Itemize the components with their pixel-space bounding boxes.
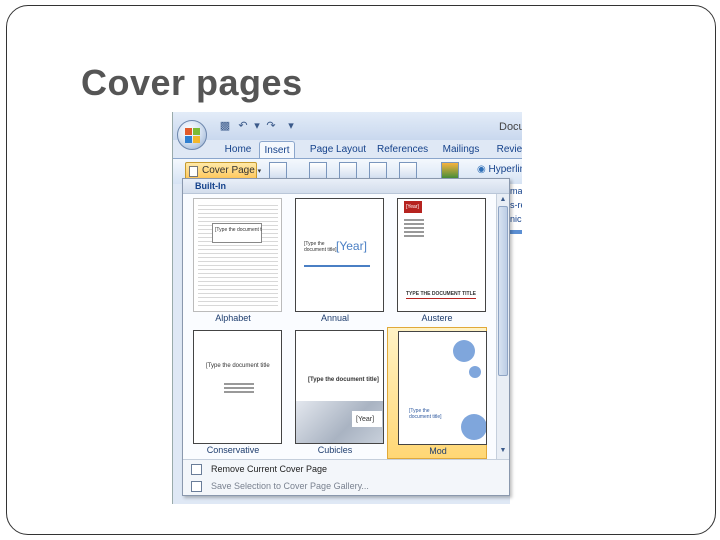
remove-cover-page-item[interactable]: Remove Current Cover Page: [183, 461, 509, 478]
austere-year-block: [Year]: [404, 201, 422, 213]
alphabet-texture: [198, 202, 278, 308]
cover-page-gallery: Built-In [Type the document t Alphabet […: [182, 178, 510, 496]
slide-title: Cover pages: [81, 62, 303, 103]
alphabet-title-box: [Type the document t: [212, 223, 262, 243]
tab-mailings[interactable]: Mailings: [439, 141, 483, 158]
cubicles-thumbnail: [Type the document title] [Year]: [295, 330, 384, 444]
save-gallery-icon: [191, 481, 202, 492]
strip-text-bookmark[interactable]: mark: [510, 186, 522, 196]
thumb-label: Mod: [429, 446, 447, 456]
thumb-label: Cubicles: [317, 445, 353, 455]
quick-access-toolbar: ▩ ↶ ▾ ↷ ▾ Docum: [173, 112, 522, 140]
ribbon-tabs: Home Insert Page Layout References Maili…: [173, 140, 522, 158]
thumb-label: Conservative: [206, 445, 260, 455]
redo-icon[interactable]: ↷: [265, 120, 277, 132]
undo-icon[interactable]: ↶: [237, 120, 249, 132]
tab-page-layout[interactable]: Page Layout: [309, 141, 367, 158]
austere-text-lines: [404, 217, 424, 267]
hyperlink-label: Hyperlink: [488, 164, 522, 175]
ruler-bar: [510, 230, 522, 234]
tab-references[interactable]: References: [377, 141, 428, 158]
tab-insert[interactable]: Insert: [259, 141, 295, 158]
gallery-item-annual[interactable]: [Type the document title] [Year] Annual: [285, 195, 385, 327]
scroll-thumb[interactable]: [498, 206, 508, 376]
gallery-item-cubicles[interactable]: [Type the document title] [Year] Cubicle…: [285, 327, 385, 459]
office-logo-icon: [185, 128, 200, 143]
cubicles-placeholder: [Type the document title]: [308, 377, 379, 383]
cubicles-year: [Year]: [356, 416, 375, 423]
austere-rule: [406, 298, 476, 299]
scroll-up-icon[interactable]: ▲: [498, 195, 508, 205]
annual-thumbnail: [Type the document title] [Year]: [295, 198, 384, 312]
gallery-item-alphabet[interactable]: [Type the document t Alphabet: [183, 195, 283, 327]
thumb-label: Annual: [320, 313, 350, 323]
window-title: Docum: [499, 121, 522, 133]
annual-year: [Year]: [336, 239, 367, 253]
gallery-footer: Remove Current Cover Page Save Selection…: [183, 459, 509, 495]
annual-rule: [304, 265, 370, 267]
mod-thumbnail: [Type the document title]: [398, 331, 487, 445]
gallery-item-mod[interactable]: [Type the document title] Mod: [387, 327, 487, 459]
save-selection-item[interactable]: Save Selection to Cover Page Gallery...: [183, 478, 509, 495]
mod-circle-bottom: [461, 414, 486, 440]
dropdown-arrow-icon[interactable]: ▾: [251, 120, 263, 132]
save-icon[interactable]: ▩: [219, 120, 231, 132]
right-strip: mark s-refe nics: [510, 184, 522, 504]
globe-icon: ◉: [477, 164, 489, 175]
tab-review[interactable]: Review: [493, 141, 522, 158]
alphabet-placeholder: [Type the document t: [215, 227, 262, 233]
austere-thumbnail: [Year] TYPE THE DOCUMENT TITLE: [397, 198, 486, 312]
hyperlink-button[interactable]: ◉ Hyperlink: [477, 164, 522, 175]
conservative-text-lines: [224, 381, 254, 395]
gallery-item-conservative[interactable]: [Type the document title Conservative: [183, 327, 283, 459]
save-selection-label: Save Selection to Cover Page Gallery...: [211, 481, 369, 491]
cubicles-year-box: [Year]: [352, 411, 382, 427]
austere-year: [Year]: [406, 204, 419, 210]
gallery-item-austere[interactable]: [Year] TYPE THE DOCUMENT TITLE Austere: [387, 195, 487, 327]
conservative-placeholder: [Type the document title: [206, 363, 270, 369]
mod-circle-large: [453, 340, 475, 362]
remove-page-icon: [191, 464, 202, 475]
cover-page-label: Cover Page: [202, 165, 255, 176]
cover-page-icon: [189, 166, 198, 177]
thumb-label: Austere: [421, 313, 453, 323]
remove-cover-page-label: Remove Current Cover Page: [211, 464, 328, 474]
mod-placeholder: [Type the document title]: [409, 408, 442, 420]
mod-circle-small: [469, 366, 481, 378]
strip-text-crossref[interactable]: s-refe: [510, 200, 522, 210]
scroll-down-icon[interactable]: ▼: [498, 446, 508, 456]
customize-qat-icon[interactable]: ▾: [285, 120, 297, 132]
gallery-scrollbar[interactable]: ▲ ▼: [496, 194, 509, 459]
tab-home[interactable]: Home: [221, 141, 255, 158]
conservative-thumbnail: [Type the document title: [193, 330, 282, 444]
gallery-header: Built-In: [183, 179, 509, 194]
dropdown-arrow-icon: ▾: [257, 168, 262, 175]
strip-text-links[interactable]: nics: [510, 214, 522, 224]
office-button[interactable]: [177, 120, 207, 150]
thumb-label: Alphabet: [215, 313, 251, 323]
austere-placeholder: TYPE THE DOCUMENT TITLE: [406, 291, 476, 297]
alphabet-thumbnail: [Type the document t: [193, 198, 282, 312]
